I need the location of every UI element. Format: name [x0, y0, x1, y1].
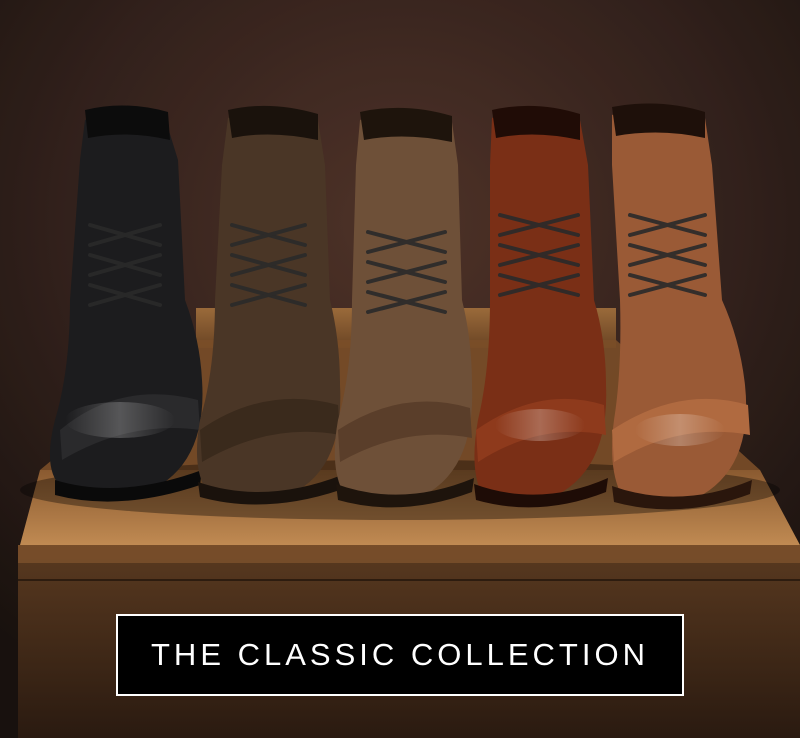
- collection-title: THE CLASSIC COLLECTION: [151, 637, 649, 672]
- collection-banner[interactable]: THE CLASSIC COLLECTION: [116, 614, 684, 696]
- promo-banner: THE CLASSIC COLLECTION: [0, 0, 800, 756]
- boot-cognac-leather: [474, 105, 608, 508]
